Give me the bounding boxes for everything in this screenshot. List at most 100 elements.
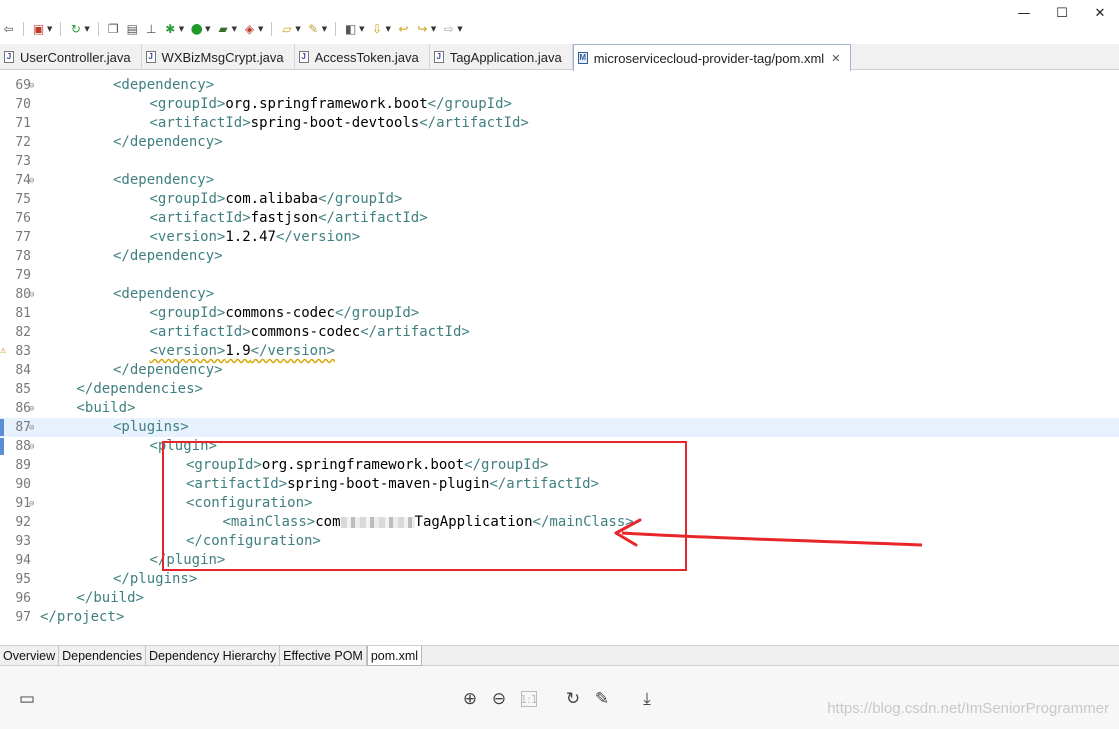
fold-toggle-icon[interactable]: ⊖ <box>29 419 34 438</box>
chevron-down-icon[interactable]: ▼ <box>386 25 391 33</box>
code-area[interactable]: 69 ⊖ <dependency> 70 <groupId>org.springfram… <box>0 71 1119 628</box>
code-line[interactable]: 84 </dependency> <box>0 361 1119 380</box>
code-editor[interactable]: 69 ⊖ <dependency> 70 <groupId>org.springfram… <box>0 71 1119 628</box>
debug-icon[interactable]: ✱ <box>164 22 177 36</box>
code-line[interactable]: 76 <artifactId>fastjson</artifactId> <box>0 209 1119 228</box>
code-line[interactable]: 86 ⊖ <build> <box>0 399 1119 418</box>
coverage-icon[interactable]: ◈ <box>243 22 256 36</box>
chevron-down-icon[interactable]: ▼ <box>47 25 52 33</box>
code-line[interactable]: 92 <mainClass>com TagApplication</mainClas… <box>0 513 1119 532</box>
editor-tab[interactable]: J WXBizMsgCrypt.java <box>142 44 295 70</box>
code-line[interactable]: 75 <groupId>com.alibaba</groupId> <box>0 190 1119 209</box>
code-line[interactable]: 81 <groupId>commons-codec</groupId> <box>0 304 1119 323</box>
code-line[interactable]: 74 ⊖ <dependency> <box>0 171 1119 190</box>
code-line[interactable]: 93 </configuration> <box>0 532 1119 551</box>
annotation-icon[interactable]: ◧ <box>344 22 357 36</box>
close-button[interactable]: ✕ <box>1081 0 1119 26</box>
code-text: </plugin> <box>150 551 226 570</box>
code-line[interactable]: 94 </plugin> <box>0 551 1119 570</box>
code-line[interactable]: 78 </dependency> <box>0 247 1119 266</box>
back-arrow-icon[interactable]: ↩ <box>397 22 410 36</box>
minimize-button[interactable]: — <box>1005 0 1043 26</box>
xml-tag: </plugins> <box>113 571 198 587</box>
editor-tab[interactable]: J AccessToken.java <box>295 44 430 70</box>
run-icon[interactable]: ● <box>190 22 203 36</box>
pom-tab-dependencies[interactable]: Dependencies <box>59 646 147 666</box>
download-icon[interactable]: ⤓ <box>636 688 658 710</box>
maximize-button[interactable]: ☐ <box>1043 0 1081 26</box>
code-text: <configuration> <box>186 494 312 513</box>
next-annotation-icon[interactable]: ⇩ <box>371 22 384 36</box>
code-line[interactable]: 69 ⊖ <dependency> <box>0 76 1119 95</box>
code-line[interactable]: 88 ⊖ <plugin> <box>0 437 1119 456</box>
chevron-down-icon[interactable]: ▼ <box>205 25 210 33</box>
code-line[interactable]: 82 <artifactId>commons-codec</artifactId> <box>0 323 1119 342</box>
zoom-out-icon[interactable]: ⊖ <box>488 688 510 710</box>
code-line[interactable]: 90 <artifactId>spring-boot-maven-plugin</… <box>0 475 1119 494</box>
chevron-down-icon[interactable]: ▼ <box>322 25 327 33</box>
pin-icon[interactable]: ⊥ <box>145 22 158 36</box>
code-line[interactable]: 80 ⊖ <dependency> <box>0 285 1119 304</box>
code-line[interactable]: 71 <artifactId>spring-boot-devtools</arti… <box>0 114 1119 133</box>
fold-toggle-icon[interactable]: ⊖ <box>29 286 34 305</box>
forward-arrow-icon[interactable]: ↪ <box>416 22 429 36</box>
line-number: 80 <box>15 287 31 302</box>
back-icon[interactable]: ⇦ <box>2 22 15 36</box>
code-text: <groupId>org.springframework.boot</group… <box>186 456 548 475</box>
close-icon[interactable]: ✕ <box>831 52 840 65</box>
chevron-down-icon[interactable]: ▼ <box>179 25 184 33</box>
code-line[interactable]: 70 <groupId>org.springframework.boot</gro… <box>0 95 1119 114</box>
save-icon[interactable]: ▤ <box>126 22 139 36</box>
pom-tab-overview[interactable]: Overview <box>0 646 60 666</box>
pom-tab-effective-pom[interactable]: Effective POM <box>280 646 367 666</box>
code-line[interactable]: 77 <version>1.2.47</version> <box>0 228 1119 247</box>
external-tools-icon[interactable]: ▰ <box>217 22 230 36</box>
pom-tab-pom-xml[interactable]: pom.xml <box>366 646 423 666</box>
code-line[interactable]: ⚠ 83 <version>1.9</version> <box>0 342 1119 361</box>
code-line[interactable]: 96 </build> <box>0 589 1119 608</box>
fold-toggle-icon[interactable]: ⊖ <box>29 400 34 419</box>
warning-icon[interactable]: ⚠ <box>0 345 8 357</box>
editor-tab[interactable]: J TagApplication.java <box>430 44 573 70</box>
code-line[interactable]: 85 </dependencies> <box>0 380 1119 399</box>
chevron-down-icon[interactable]: ▼ <box>431 25 436 33</box>
package-icon[interactable]: ▣ <box>32 22 45 36</box>
chevron-down-icon[interactable]: ▼ <box>457 25 462 33</box>
fold-toggle-icon[interactable]: ⊖ <box>29 77 34 96</box>
code-line[interactable]: 79 <box>0 266 1119 285</box>
chevron-down-icon[interactable]: ▼ <box>295 25 300 33</box>
code-line[interactable]: 95 </plugins> <box>0 570 1119 589</box>
edit-icon[interactable]: ✎ <box>591 688 613 710</box>
code-line[interactable]: 73 <box>0 152 1119 171</box>
code-line[interactable]: 87 ⊖ <plugins> <box>0 418 1119 437</box>
forward-icon[interactable]: ⇨ <box>442 22 455 36</box>
actual-size-icon[interactable]: 1:1 <box>520 691 538 707</box>
fold-toggle-icon[interactable]: ⊖ <box>29 438 34 457</box>
refresh-icon[interactable]: ↻ <box>69 22 82 36</box>
xml-value: fastjson <box>250 210 319 226</box>
xml-tag: </dependency> <box>113 248 223 264</box>
fold-toggle-icon[interactable]: ⊖ <box>29 172 34 191</box>
xml-tag: </project> <box>40 609 125 625</box>
toolbar-separator <box>97 22 99 36</box>
code-line[interactable]: 97 </project> <box>0 608 1119 627</box>
new-file-icon[interactable]: ❐ <box>107 22 120 36</box>
fold-toggle-icon[interactable]: ⊖ <box>29 495 34 514</box>
chevron-down-icon[interactable]: ▼ <box>258 25 263 33</box>
open-folder-icon[interactable]: ▱ <box>280 22 293 36</box>
line-number: 87 <box>15 420 31 435</box>
code-line[interactable]: 89 <groupId>org.springframework.boot</gro… <box>0 456 1119 475</box>
zoom-in-icon[interactable]: ⊕ <box>459 688 481 710</box>
chevron-down-icon[interactable]: ▼ <box>232 25 237 33</box>
layout-icon[interactable]: ▭ <box>16 688 38 710</box>
code-text: </dependencies> <box>77 380 203 399</box>
chevron-down-icon[interactable]: ▼ <box>84 25 89 33</box>
pom-tab-dependency-hierarchy[interactable]: Dependency Hierarchy <box>146 646 281 666</box>
pencil-icon[interactable]: ✎ <box>307 22 320 36</box>
editor-tab[interactable]: J UserController.java <box>0 44 142 70</box>
editor-tab[interactable]: Mmicroservicecloud-provider-tag/pom.xml ✕ <box>572 44 852 71</box>
code-line[interactable]: 72 </dependency> <box>0 133 1119 152</box>
chevron-down-icon[interactable]: ▼ <box>359 25 364 33</box>
rotate-icon[interactable]: ↻ <box>562 688 584 710</box>
code-line[interactable]: 91 ⊖ <configuration> <box>0 494 1119 513</box>
